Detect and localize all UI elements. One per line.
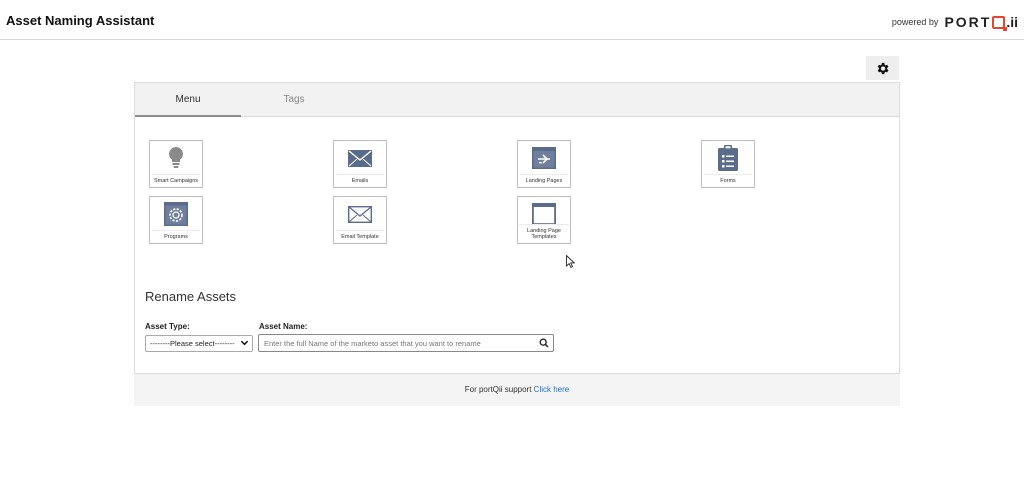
- chevron-down-icon: [240, 340, 249, 346]
- tile-email-template[interactable]: Email Template: [333, 196, 387, 244]
- footer: For portQii support Click here: [134, 374, 900, 406]
- mouse-cursor-icon: [566, 255, 575, 268]
- search-icon[interactable]: [539, 338, 549, 348]
- tab-bar: Menu Tags: [135, 83, 899, 117]
- tile-programs[interactable]: Programs: [149, 196, 203, 244]
- envelope-outline-icon: [348, 205, 372, 223]
- brand-logo-prefix: PORT: [944, 14, 992, 30]
- tile-emails[interactable]: Emails: [333, 140, 387, 188]
- tile-label: Email Template: [335, 230, 385, 240]
- tab-menu[interactable]: Menu: [135, 83, 241, 117]
- envelope-icon: [348, 149, 372, 167]
- footer-text: For portQii support: [464, 385, 532, 394]
- tile-forms[interactable]: Forms: [701, 140, 755, 188]
- clipboard-icon: [718, 145, 738, 171]
- asset-name-search: [258, 334, 554, 352]
- tab-tags[interactable]: Tags: [241, 83, 347, 117]
- tile-label: Emails: [335, 174, 385, 184]
- landing-page-icon: [532, 147, 556, 169]
- tile-label: Landing Pages: [519, 174, 569, 184]
- tile-landing-page-templates[interactable]: Landing Page Templates: [517, 196, 571, 244]
- app-title: Asset Naming Assistant: [6, 13, 155, 28]
- brand-logo-suffix: .ii: [1006, 14, 1018, 30]
- tile-label: Smart Campaigns: [151, 174, 201, 184]
- asset-type-selected-value: --------Please select--------: [150, 339, 235, 348]
- powered-by-text: powered by: [891, 17, 939, 27]
- asset-type-label: Asset Type:: [145, 322, 190, 331]
- brand-logo: PORT .ii: [944, 14, 1018, 31]
- tile-label: Forms: [703, 174, 753, 184]
- gear-icon: [877, 62, 889, 74]
- top-bar: Asset Naming Assistant powered by PORT .…: [0, 0, 1024, 40]
- asset-name-label: Asset Name:: [259, 322, 308, 331]
- tile-label: Landing Page Templates: [519, 224, 569, 240]
- lightbulb-icon: [169, 147, 183, 168]
- asset-name-input[interactable]: [264, 337, 532, 349]
- asset-type-select[interactable]: --------Please select--------: [145, 335, 253, 352]
- brand-q-icon: [992, 15, 1008, 31]
- browser-window-icon: [532, 203, 556, 225]
- rename-assets-title: Rename Assets: [145, 289, 237, 304]
- settings-button[interactable]: [866, 56, 899, 80]
- support-link[interactable]: Click here: [534, 385, 570, 394]
- main-panel: Menu Tags Smart Campaigns Emails Landing…: [134, 82, 900, 374]
- tile-landing-pages[interactable]: Landing Pages: [517, 140, 571, 188]
- program-gear-icon: [164, 202, 188, 226]
- tile-label: Programs: [151, 230, 201, 240]
- powered-by: powered by PORT .ii: [891, 14, 1018, 31]
- tile-smart-campaigns[interactable]: Smart Campaigns: [149, 140, 203, 188]
